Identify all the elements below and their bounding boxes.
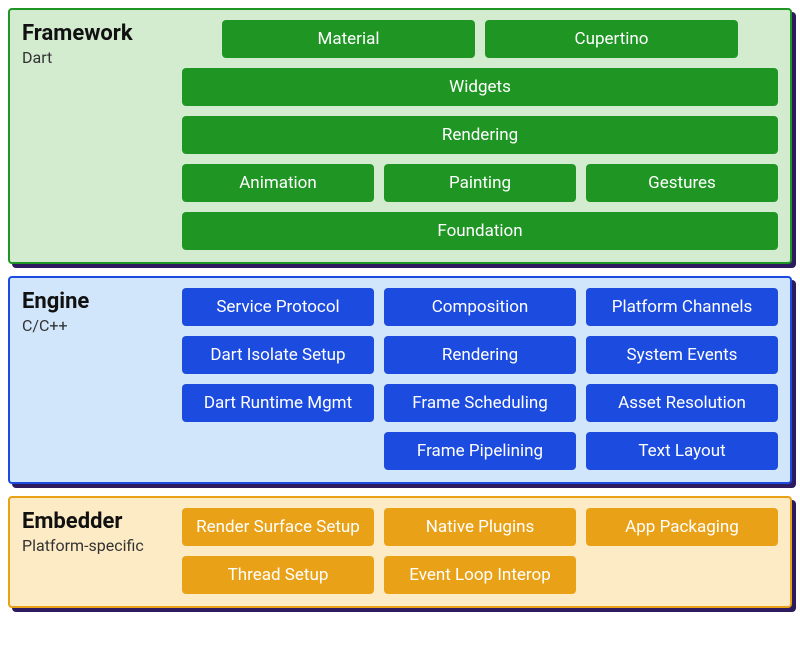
- box-composition: Composition: [384, 288, 576, 326]
- layer-subtitle: C/C++: [22, 316, 182, 335]
- layer-title: Embedder: [22, 510, 182, 534]
- box-rendering: Rendering: [182, 116, 778, 154]
- layer-label-col: Engine C/C++: [22, 288, 182, 470]
- engine-row-2: Dart Runtime Mgmt Frame Scheduling Asset…: [182, 384, 778, 422]
- engine-row-0: Service Protocol Composition Platform Ch…: [182, 288, 778, 326]
- box-app-packaging: App Packaging: [586, 508, 778, 546]
- layer-content: Render Surface Setup Native Plugins App …: [182, 508, 778, 594]
- framework-row-0: Material Cupertino: [182, 20, 778, 58]
- framework-row-4: Foundation: [182, 212, 778, 250]
- framework-row-2: Rendering: [182, 116, 778, 154]
- layer-label-col: Embedder Platform-specific: [22, 508, 182, 594]
- engine-row-1: Dart Isolate Setup Rendering System Even…: [182, 336, 778, 374]
- layer-title: Engine: [22, 290, 182, 314]
- box-rendering-engine: Rendering: [384, 336, 576, 374]
- box-material: Material: [222, 20, 475, 58]
- box-thread-setup: Thread Setup: [182, 556, 374, 594]
- box-system-events: System Events: [586, 336, 778, 374]
- box-frame-scheduling: Frame Scheduling: [384, 384, 576, 422]
- box-platform-channels: Platform Channels: [586, 288, 778, 326]
- layer-label-col: Framework Dart: [22, 20, 182, 250]
- box-painting: Painting: [384, 164, 576, 202]
- framework-row-1: Widgets: [182, 68, 778, 106]
- box-widgets: Widgets: [182, 68, 778, 106]
- layer-subtitle: Dart: [22, 48, 182, 67]
- layer-title: Framework: [22, 22, 182, 46]
- embedder-row-0: Render Surface Setup Native Plugins App …: [182, 508, 778, 546]
- layer-framework: Framework Dart Material Cupertino Widget…: [8, 8, 792, 264]
- empty-cell: [182, 432, 374, 470]
- box-cupertino: Cupertino: [485, 20, 738, 58]
- box-gestures: Gestures: [586, 164, 778, 202]
- layer-subtitle: Platform-specific: [22, 536, 182, 555]
- layer-content: Service Protocol Composition Platform Ch…: [182, 288, 778, 470]
- box-service-protocol: Service Protocol: [182, 288, 374, 326]
- empty-cell: [586, 556, 778, 594]
- box-dart-isolate-setup: Dart Isolate Setup: [182, 336, 374, 374]
- engine-row-3: Frame Pipelining Text Layout: [182, 432, 778, 470]
- layer-content: Material Cupertino Widgets Rendering Ani…: [182, 20, 778, 250]
- embedder-row-1: Thread Setup Event Loop Interop: [182, 556, 778, 594]
- framework-row-3: Animation Painting Gestures: [182, 164, 778, 202]
- box-event-loop-interop: Event Loop Interop: [384, 556, 576, 594]
- box-text-layout: Text Layout: [586, 432, 778, 470]
- box-dart-runtime-mgmt: Dart Runtime Mgmt: [182, 384, 374, 422]
- layer-embedder: Embedder Platform-specific Render Surfac…: [8, 496, 792, 608]
- box-native-plugins: Native Plugins: [384, 508, 576, 546]
- box-foundation: Foundation: [182, 212, 778, 250]
- box-frame-pipelining: Frame Pipelining: [384, 432, 576, 470]
- box-render-surface-setup: Render Surface Setup: [182, 508, 374, 546]
- box-animation: Animation: [182, 164, 374, 202]
- layer-engine: Engine C/C++ Service Protocol Compositio…: [8, 276, 792, 484]
- box-asset-resolution: Asset Resolution: [586, 384, 778, 422]
